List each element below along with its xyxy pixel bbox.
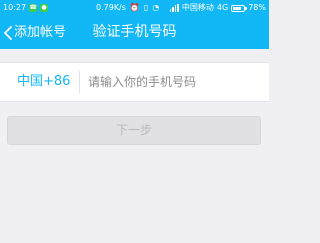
vibrate-icon: ▯ (143, 3, 149, 12)
phone-number-input[interactable] (88, 63, 263, 101)
status-battery: 78% (248, 3, 266, 12)
verify-phone-screen: 10:27 ☎ ● 0.79K/s ⏰ ▯ ◔ 中国移动 4G 78% 添加帐号 (0, 0, 269, 243)
status-bar: 10:27 ☎ ● 0.79K/s ⏰ ▯ ◔ 中国移动 4G 78% (0, 0, 269, 16)
page-title: 验证手机号码 (92, 24, 177, 40)
status-network: 4G (216, 3, 229, 12)
wifi-icon: ◔ (152, 3, 160, 12)
signal-icon (169, 4, 179, 12)
phone-input-row: 中国+86 (0, 62, 269, 102)
status-bar-center: 0.79K/s ⏰ ▯ ◔ (96, 0, 159, 16)
status-bar-left: 10:27 ☎ ● (3, 0, 49, 16)
status-speed: 0.79K/s (96, 3, 126, 12)
status-carrier: 中国移动 (181, 3, 214, 12)
status-bar-right: 中国移动 4G 78% (169, 0, 266, 16)
next-button[interactable]: 下一步 (7, 116, 261, 145)
phone-call-icon: ☎ (29, 4, 38, 12)
nav-bar: 添加帐号 验证手机号码 (0, 16, 269, 49)
alarm-icon: ⏰ (129, 3, 140, 12)
wechat-icon: ● (40, 4, 49, 12)
row-divider (79, 71, 80, 93)
country-code-selector[interactable]: 中国+86 (17, 63, 70, 101)
battery-icon (231, 4, 248, 12)
status-time: 10:27 (3, 3, 27, 12)
